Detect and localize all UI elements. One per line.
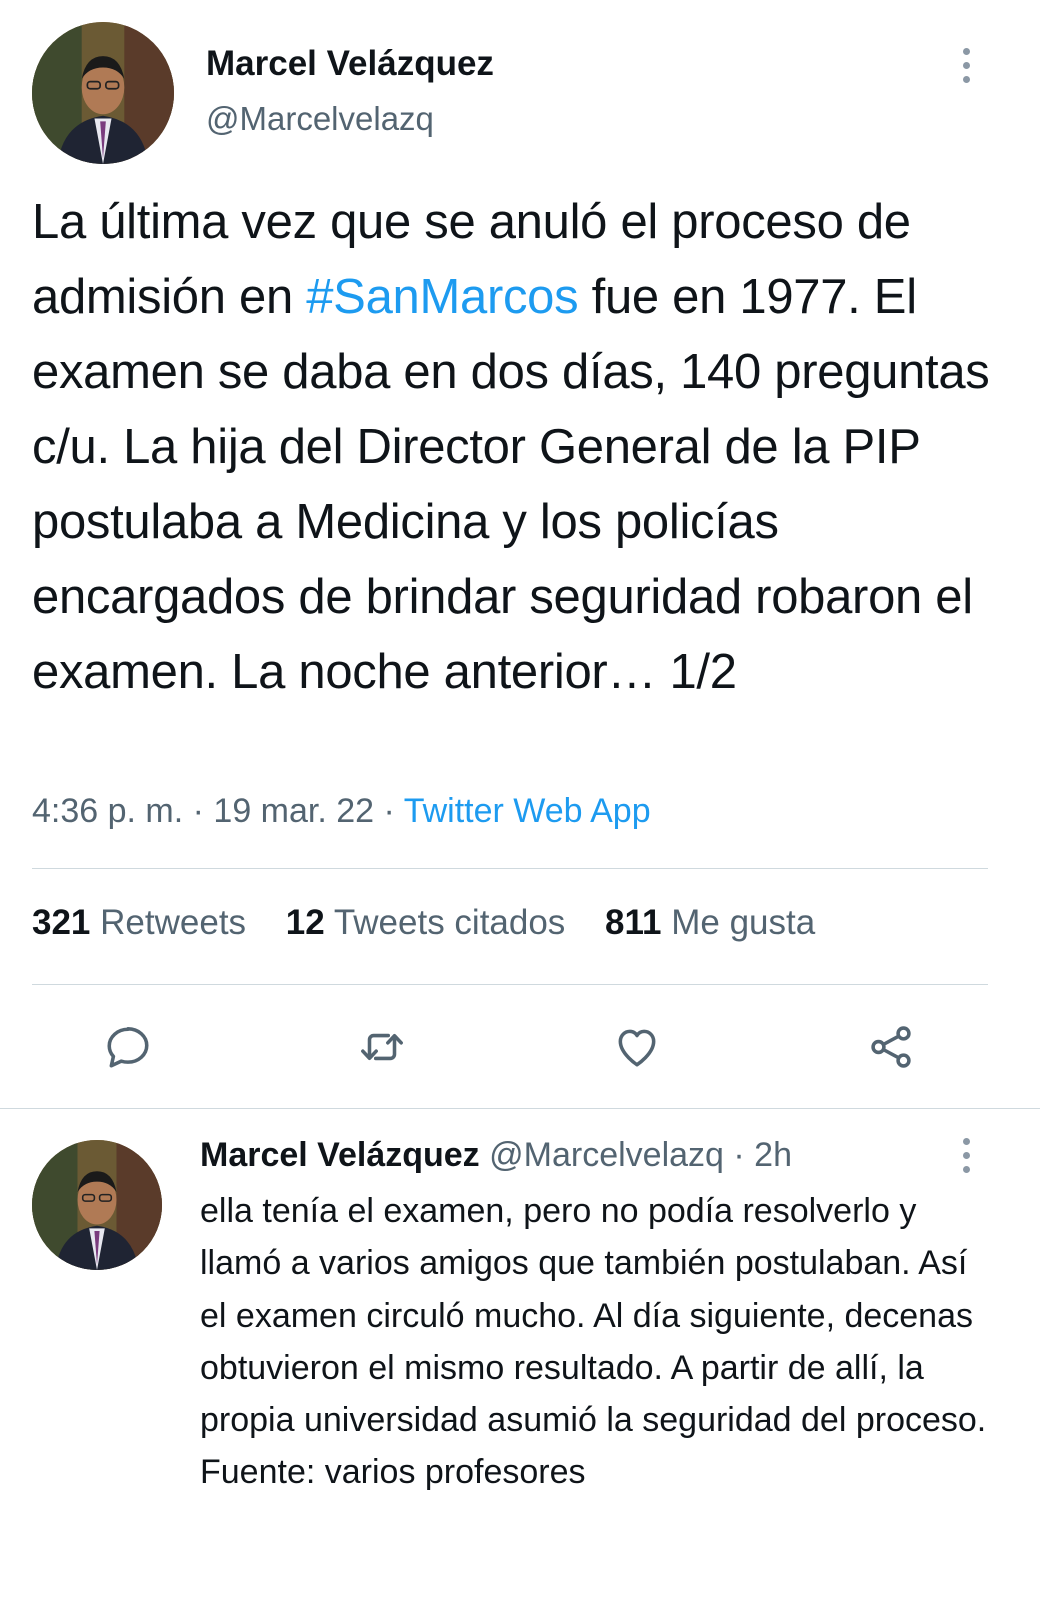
- meta-separator: ·: [183, 792, 214, 830]
- reply-author-avatar[interactable]: [32, 1140, 162, 1270]
- tweet-text: La última vez que se anuló el proceso de…: [32, 185, 1017, 710]
- author-avatar[interactable]: [32, 22, 174, 164]
- author-handle[interactable]: @Marcelvelazq: [206, 100, 434, 138]
- retweets-stat[interactable]: 321 Retweets: [32, 903, 246, 942]
- retweet-icon: [361, 1033, 403, 1061]
- reply-text: ella tenía el examen, pero no podía reso…: [200, 1192, 987, 1492]
- reply-icon: [107, 1027, 149, 1068]
- meta-separator: ·: [374, 792, 404, 830]
- reply-author-name[interactable]: Marcel Velázquez: [200, 1136, 480, 1174]
- author-name[interactable]: Marcel Velázquez: [206, 44, 494, 84]
- hashtag-link[interactable]: #SanMarcos: [306, 270, 578, 324]
- tweet-time[interactable]: 4:36 p. m.: [32, 792, 183, 830]
- tweet-meta: 4:36 p. m. · 19 mar. 22 · Twitter Web Ap…: [32, 792, 651, 831]
- retweet-button[interactable]: [357, 1022, 407, 1072]
- reply-author-handle[interactable]: @Marcelvelazq: [489, 1136, 724, 1174]
- tweet-source-link[interactable]: Twitter Web App: [404, 792, 651, 830]
- reply-button[interactable]: [103, 1022, 153, 1072]
- more-options-icon[interactable]: [961, 1138, 971, 1173]
- tweet-stats: 321 Retweets 12 Tweets citados 811 Me gu…: [32, 903, 845, 943]
- like-button[interactable]: [612, 1022, 662, 1072]
- share-icon: [871, 1026, 911, 1068]
- heart-icon: [618, 1029, 656, 1067]
- divider: [32, 984, 988, 985]
- meta-separator: ·: [723, 1136, 755, 1174]
- quotes-stat[interactable]: 12 Tweets citados: [286, 903, 566, 942]
- avatar-photo: [32, 1140, 162, 1270]
- avatar-photo: [32, 22, 174, 164]
- reply-header: Marcel Velázquez @Marcelvelazq · 2h: [200, 1136, 792, 1175]
- more-options-icon[interactable]: [961, 48, 971, 83]
- likes-stat[interactable]: 811 Me gusta: [605, 903, 815, 942]
- share-button[interactable]: [866, 1022, 916, 1072]
- tweet-date[interactable]: 19 mar. 22: [213, 792, 374, 830]
- divider: [32, 868, 988, 869]
- reply-time[interactable]: 2h: [754, 1136, 792, 1174]
- divider: [0, 1108, 1040, 1109]
- tweet-text-part: fue en 1977. El examen se daba en dos dí…: [32, 270, 990, 699]
